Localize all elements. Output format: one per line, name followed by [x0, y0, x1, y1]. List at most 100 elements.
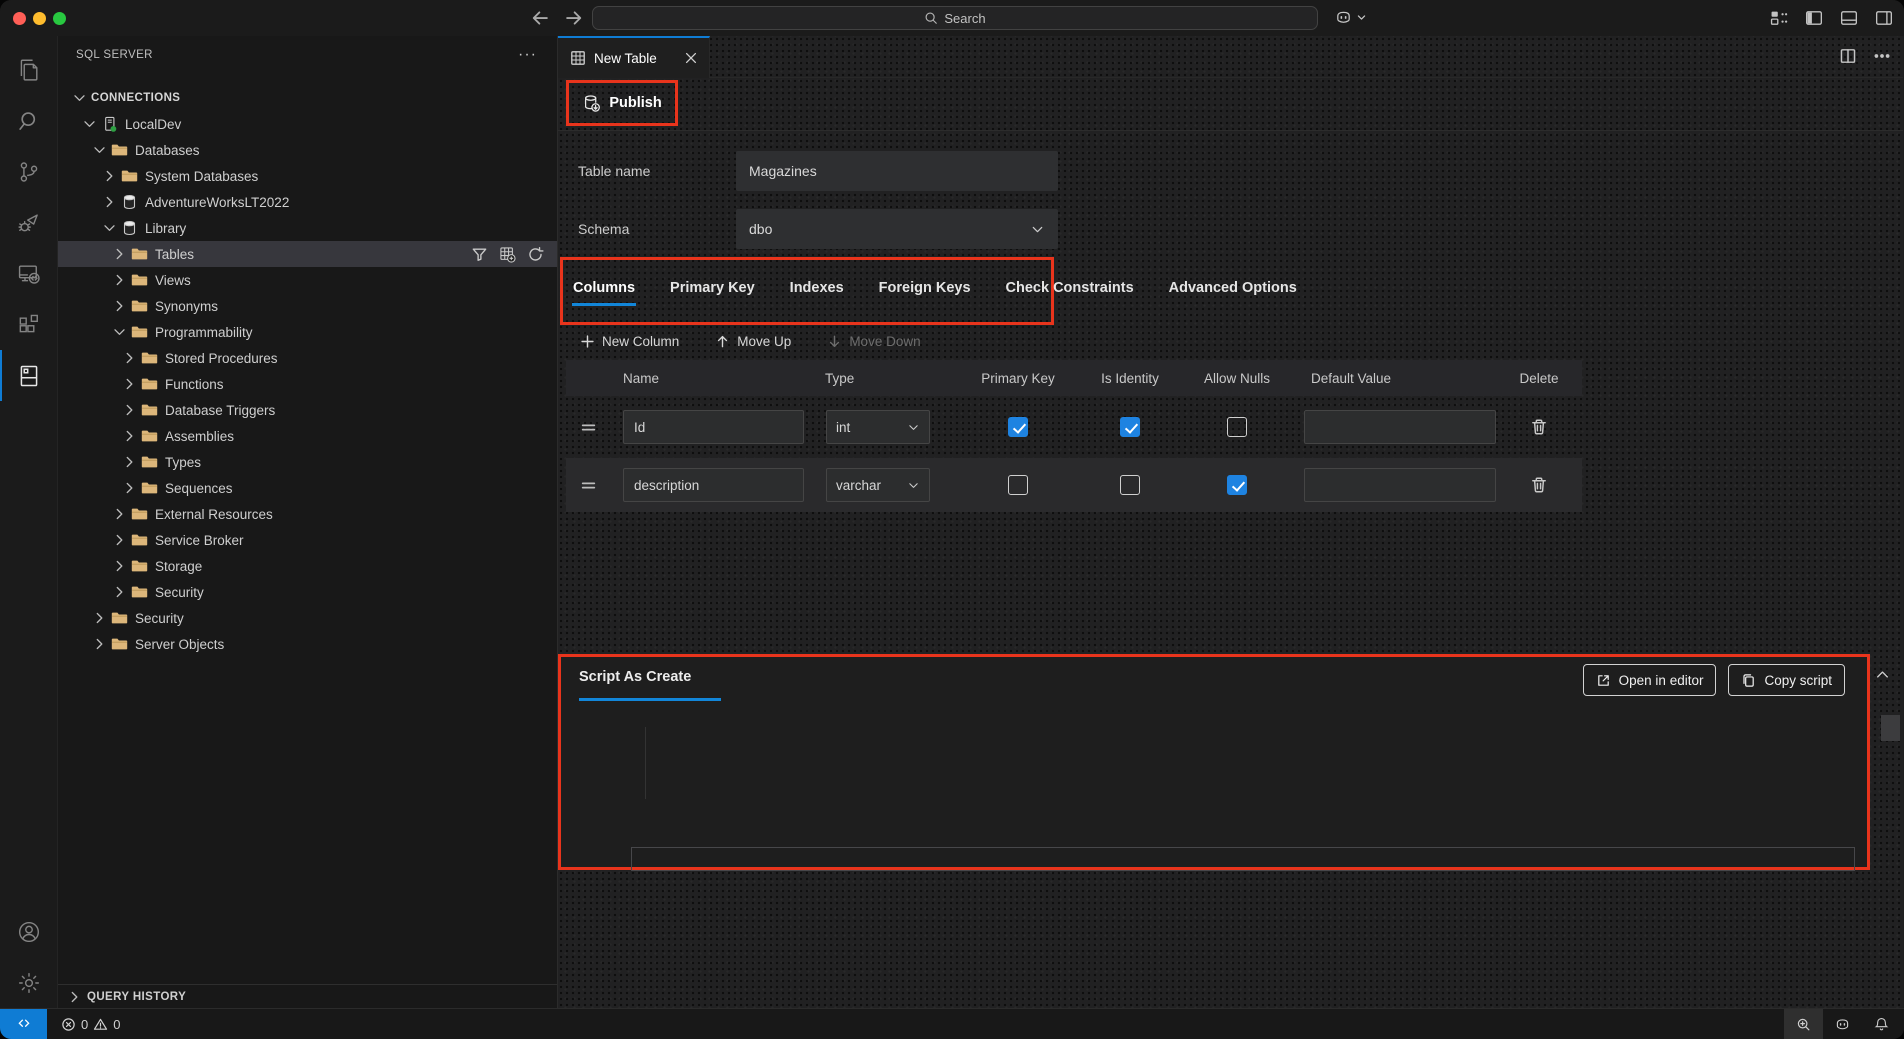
column-name-input[interactable]: [623, 410, 804, 444]
designer-tab-check-constraints[interactable]: Check Constraints: [1005, 276, 1135, 306]
activity-bar: [0, 36, 57, 1008]
tree-item-programmability[interactable]: Programmability: [58, 319, 557, 345]
designer-tab-indexes[interactable]: Indexes: [789, 276, 845, 306]
scrollbar-slider[interactable]: [1881, 715, 1900, 741]
remote-indicator[interactable]: [0, 1009, 47, 1039]
bell-icon: [1873, 1016, 1890, 1033]
tree-item-storage[interactable]: Storage: [58, 553, 557, 579]
sql-code-editor[interactable]: [561, 703, 1867, 867]
is-identity-checkbox[interactable]: [1120, 417, 1140, 437]
tree-item-label: Service Broker: [155, 533, 244, 548]
is-identity-checkbox[interactable]: [1120, 475, 1140, 495]
column-type-select[interactable]: int: [826, 410, 930, 444]
tree-item-tables[interactable]: Tables: [58, 241, 557, 267]
tree-item-synonyms[interactable]: Synonyms: [58, 293, 557, 319]
more-actions-icon[interactable]: ···: [518, 46, 537, 64]
tree-item-external-resources[interactable]: External Resources: [58, 501, 557, 527]
copy-script-label: Copy script: [1764, 673, 1832, 688]
close-window-button[interactable]: [13, 12, 26, 25]
designer-tab-primary-key[interactable]: Primary Key: [669, 276, 756, 306]
publish-label: Publish: [609, 95, 661, 111]
activitybar-item-explorer[interactable]: [0, 44, 57, 95]
sidebar: SQL SERVER ··· CONNECTIONSLocalDevDataba…: [57, 36, 558, 1008]
tree-item-localdev[interactable]: LocalDev: [58, 111, 557, 137]
chevron-right-icon: [111, 246, 128, 262]
column-name-input[interactable]: [623, 468, 804, 502]
move-up-button[interactable]: Move Up: [715, 334, 791, 349]
forward-icon[interactable]: [564, 8, 584, 28]
new-column-button[interactable]: New Column: [580, 334, 679, 349]
script-panel-title: Script As Create: [579, 669, 691, 685]
table-name-input[interactable]: [736, 151, 1058, 191]
tree-item-security[interactable]: Security: [58, 579, 557, 605]
maximize-window-button[interactable]: [53, 12, 66, 25]
toggle-panel-bottom-icon[interactable]: [1839, 8, 1859, 28]
drag-handle-icon[interactable]: [580, 419, 597, 436]
more-actions-icon[interactable]: [1873, 47, 1891, 65]
activitybar-item-settings[interactable]: [0, 957, 57, 1008]
toggle-sidebar-left-icon[interactable]: [1804, 8, 1824, 28]
back-icon[interactable]: [530, 8, 550, 28]
collapse-panel-icon[interactable]: [1874, 666, 1891, 683]
customize-layout-icon[interactable]: [1769, 8, 1789, 28]
allow-nulls-checkbox[interactable]: [1227, 475, 1247, 495]
tree-item-adventureworkslt2022[interactable]: AdventureWorksLT2022: [58, 189, 557, 215]
tab-new-table[interactable]: New Table: [558, 36, 710, 78]
grid-header-label: Allow Nulls: [1204, 371, 1270, 386]
copilot-status[interactable]: [1823, 1009, 1862, 1039]
refresh-icon[interactable]: [527, 246, 544, 263]
default-value-input[interactable]: [1304, 410, 1496, 444]
tree-item-sequences[interactable]: Sequences: [58, 475, 557, 501]
tree-item-server-objects[interactable]: Server Objects: [58, 631, 557, 657]
tree-item-library[interactable]: Library: [58, 215, 557, 241]
query-history-section[interactable]: QUERY HISTORY: [58, 984, 557, 1008]
tree-item-database-triggers[interactable]: Database Triggers: [58, 397, 557, 423]
open-in-editor-button[interactable]: Open in editor: [1583, 664, 1717, 696]
copy-script-button[interactable]: Copy script: [1728, 664, 1845, 696]
delete-column-icon[interactable]: [1530, 418, 1548, 436]
schema-select[interactable]: dbo: [736, 209, 1058, 249]
problems-indicator[interactable]: 0 0: [61, 1017, 120, 1032]
notifications[interactable]: [1862, 1009, 1904, 1039]
drag-handle-icon[interactable]: [580, 477, 597, 494]
copy-icon: [1741, 673, 1756, 688]
tree-item-functions[interactable]: Functions: [58, 371, 557, 397]
activitybar-item-source-control[interactable]: [0, 146, 57, 197]
allow-nulls-checkbox[interactable]: [1227, 417, 1247, 437]
copilot-menu[interactable]: [1334, 8, 1367, 27]
designer-tab-foreign-keys[interactable]: Foreign Keys: [878, 276, 972, 306]
primary-key-checkbox[interactable]: [1008, 475, 1028, 495]
designer-tab-advanced-options[interactable]: Advanced Options: [1168, 276, 1298, 306]
tree-item-types[interactable]: Types: [58, 449, 557, 475]
tree-item-system-databases[interactable]: System Databases: [58, 163, 557, 189]
column-type-select[interactable]: varchar: [826, 468, 930, 502]
tree-item-stored-procedures[interactable]: Stored Procedures: [58, 345, 557, 371]
activitybar-item-run-debug[interactable]: [0, 197, 57, 248]
tree-item-service-broker[interactable]: Service Broker: [58, 527, 557, 553]
tableplus-icon[interactable]: [499, 246, 516, 263]
filter-icon[interactable]: [471, 246, 488, 263]
command-center-search[interactable]: Search: [592, 6, 1318, 30]
activitybar-item-extensions[interactable]: [0, 299, 57, 350]
split-editor-icon[interactable]: [1839, 47, 1857, 65]
activitybar-item-accounts[interactable]: [0, 906, 57, 957]
activitybar-item-sql-server[interactable]: [0, 350, 57, 401]
minimize-window-button[interactable]: [33, 12, 46, 25]
tree-item-databases[interactable]: Databases: [58, 137, 557, 163]
designer-tab-columns[interactable]: Columns: [572, 276, 636, 306]
tree-item-connections[interactable]: CONNECTIONS: [58, 85, 557, 111]
close-icon[interactable]: [683, 50, 699, 66]
publish-button[interactable]: Publish: [582, 94, 661, 113]
toggle-sidebar-right-icon[interactable]: [1874, 8, 1894, 28]
server-icon: [101, 116, 118, 132]
delete-column-icon[interactable]: [1530, 476, 1548, 494]
zoom-indicator[interactable]: [1784, 1009, 1823, 1039]
tree-item-assemblies[interactable]: Assemblies: [58, 423, 557, 449]
primary-key-checkbox[interactable]: [1008, 417, 1028, 437]
tree-item-views[interactable]: Views: [58, 267, 557, 293]
activitybar-item-remote-explorer[interactable]: [0, 248, 57, 299]
default-value-input[interactable]: [1304, 468, 1496, 502]
tree-item-security[interactable]: Security: [58, 605, 557, 631]
activitybar-item-search[interactable]: [0, 95, 57, 146]
move-down-button: Move Down: [827, 334, 920, 349]
